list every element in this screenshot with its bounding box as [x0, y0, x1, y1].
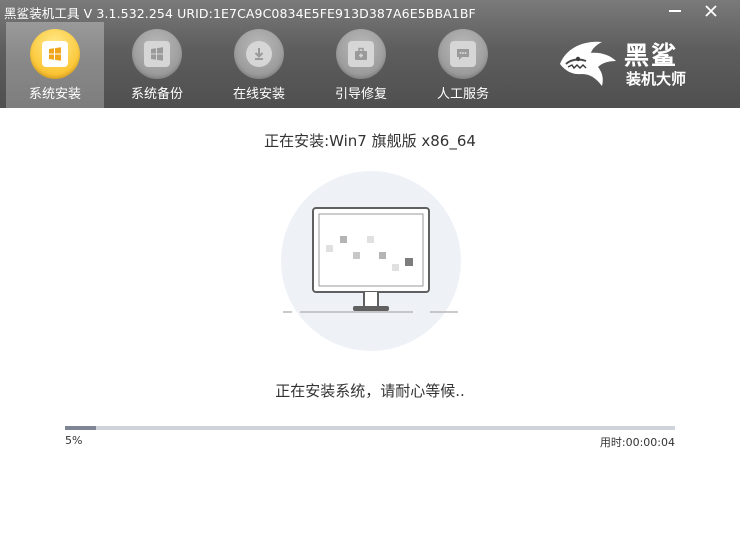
nav-label-system-install: 系统安装 — [28, 87, 81, 102]
progress-bar — [65, 426, 675, 430]
brand-name: 黑鲨 — [624, 41, 679, 70]
nav-icon-circle — [234, 29, 284, 79]
chat-icon — [457, 49, 469, 60]
nav-icon-circle — [30, 29, 80, 79]
nav-icon-circle — [336, 29, 386, 79]
install-title: 正在安装:Win7 旗舰版 x86_64 — [264, 132, 476, 150]
nav-item-system-backup[interactable]: 系统备份 — [108, 22, 206, 108]
nav-label-system-backup: 系统备份 — [130, 87, 183, 102]
nav-label-online-install: 在线安装 — [232, 87, 285, 102]
nav-item-online-install[interactable]: 在线安装 — [210, 22, 308, 108]
nav-item-system-install[interactable]: 系统安装 — [6, 22, 104, 108]
elapsed-time: 用时:00:00:04 — [599, 436, 675, 449]
minimize-icon — [669, 10, 681, 12]
main-nav: 系统安装 系统备份 在线安装 引导修复 人工服务 — [0, 22, 540, 108]
nav-item-support[interactable]: 人工服务 — [414, 22, 512, 108]
nav-icon-circle — [438, 29, 488, 79]
nav-icon-circle — [132, 29, 182, 79]
download-icon — [254, 48, 264, 60]
close-icon — [705, 5, 717, 17]
title-bar: 黑鲨装机工具 V 3.1.532.254 URID:1E7CA9C0834E5F… — [0, 0, 740, 22]
progress-percent: 5% — [65, 434, 83, 447]
window-title: 黑鲨装机工具 V 3.1.532.254 URID:1E7CA9C0834E5F… — [4, 6, 476, 21]
shark-logo-icon — [560, 41, 616, 86]
close-button[interactable] — [700, 1, 722, 21]
monitor-icon — [281, 171, 461, 351]
install-status: 正在安装系统，请耐心等候.. — [275, 382, 465, 400]
progress-fill — [65, 426, 96, 430]
install-panel: 正在安装:Win7 旗舰版 x86_64 正在安装系统，请耐心等候.. 5% 用… — [0, 108, 740, 534]
windows-icon — [49, 47, 61, 61]
nav-label-support: 人工服务 — [436, 87, 489, 102]
install-illustration — [270, 164, 470, 354]
app-header: 黑鲨装机工具 V 3.1.532.254 URID:1E7CA9C0834E5F… — [0, 0, 740, 108]
brand-tagline: 装机大师 — [626, 70, 687, 88]
nav-label-boot-repair: 引导修复 — [334, 87, 387, 102]
nav-item-boot-repair[interactable]: 引导修复 — [312, 22, 410, 108]
toolbox-icon — [355, 47, 367, 60]
windows-icon — [151, 47, 163, 61]
minimize-button[interactable] — [664, 1, 686, 21]
brand-logo: 黑鲨 装机大师 — [556, 34, 696, 90]
